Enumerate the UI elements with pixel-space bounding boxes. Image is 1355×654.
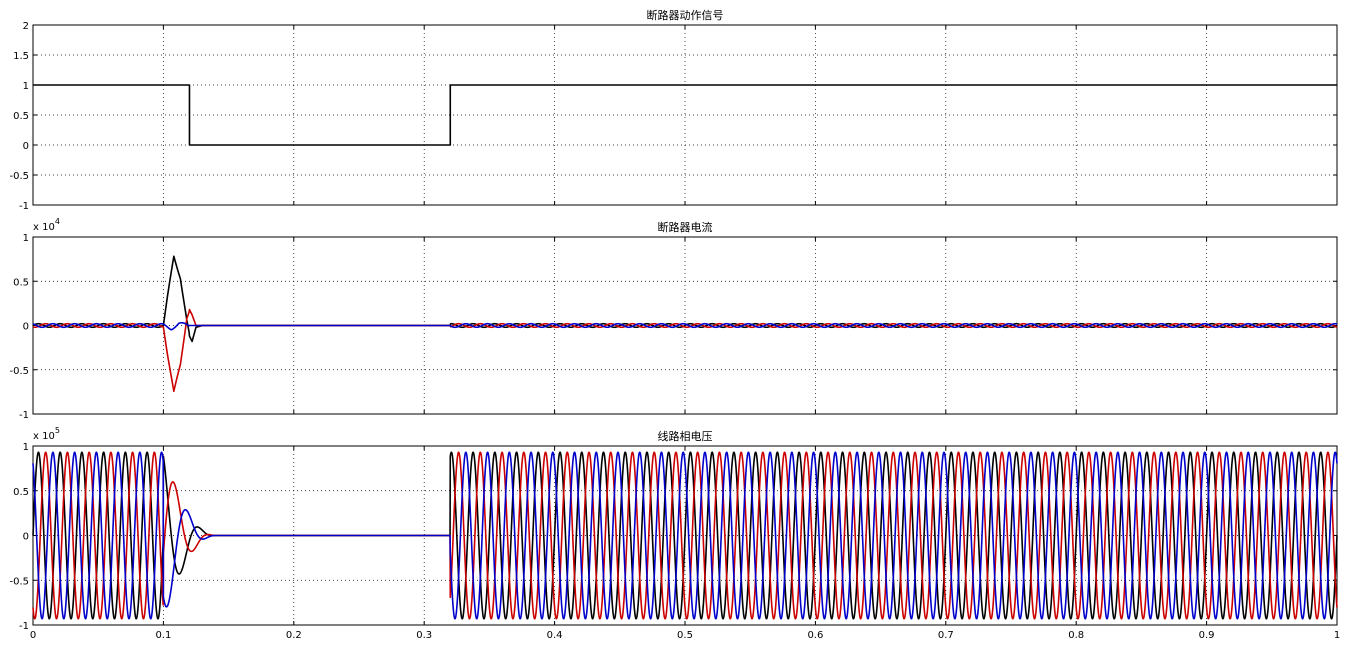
y-tick-label: -1 [19, 201, 29, 212]
plot-breaker-current: -1 -0.5 0 0.5 1 断路器电流 x 104 [9, 217, 1338, 421]
exponent-power: 4 [55, 217, 60, 226]
y-tick-label: -1 [19, 410, 29, 421]
x-tick-label: 0.4 [547, 630, 563, 641]
y-tick-labels: -1 -0.5 0 0.5 1 [9, 442, 29, 632]
y-tick-label: 0 [23, 141, 29, 152]
oscilloscope-figure: -1 -0.5 0 0.5 1 1.5 2 断路器动作信号 -1 -0.5 0 0.5 1 断路器电… [9, 8, 1340, 641]
y-tick-label: 1 [23, 81, 29, 92]
y-tick-label: -0.5 [9, 171, 29, 182]
y-tick-label: 0.5 [13, 277, 29, 288]
x-tick-label: 0.6 [807, 630, 823, 641]
x-tick-label: 0.8 [1068, 630, 1084, 641]
y-tick-label: -0.5 [9, 576, 29, 587]
y-exponent-label: x 104 [33, 217, 60, 233]
exponent-base: x 10 [33, 431, 55, 442]
x-tick-label: 0.3 [416, 630, 432, 641]
y-tick-label: -1 [19, 621, 29, 632]
y-tick-label: 1 [23, 233, 29, 244]
y-tick-label: 0.5 [13, 111, 29, 122]
plot-title: 断路器电流 [658, 220, 713, 234]
y-tick-label: 0 [23, 322, 29, 333]
exponent-base: x 10 [33, 222, 55, 233]
x-tick-label: 0.2 [286, 630, 302, 641]
y-tick-labels: -1 -0.5 0 0.5 1 1.5 2 [9, 21, 29, 212]
x-tick-label: 0.7 [938, 630, 954, 641]
y-tick-label: -0.5 [9, 366, 29, 377]
y-tick-label: 1 [23, 442, 29, 453]
exponent-power: 5 [55, 426, 60, 435]
x-tick-label: 0.1 [155, 630, 171, 641]
x-tick-labels: 0 0.1 0.2 0.3 0.4 0.5 0.6 0.7 0.8 0.9 1 [30, 630, 1340, 641]
y-tick-label: 0.5 [13, 487, 29, 498]
y-tick-label: 1.5 [13, 51, 29, 62]
plot-title: 线路相电压 [658, 429, 713, 443]
x-tick-label: 0.5 [677, 630, 693, 641]
plot-title: 断路器动作信号 [647, 8, 724, 22]
y-tick-labels: -1 -0.5 0 0.5 1 [9, 233, 29, 421]
y-exponent-label: x 105 [33, 426, 60, 442]
x-tick-label: 1 [1334, 630, 1340, 641]
plot-breaker-signal: -1 -0.5 0 0.5 1 1.5 2 断路器动作信号 [9, 8, 1338, 212]
y-tick-label: 2 [23, 21, 29, 32]
plot-line-voltage: -1 -0.5 0 0.5 1 0 0.1 0.2 0.3 0.4 0.5 0.6 0.7 0.8 0.9… [9, 426, 1340, 641]
x-tick-label: 0.9 [1199, 630, 1215, 641]
y-tick-label: 0 [23, 532, 29, 543]
x-tick-label: 0 [30, 630, 36, 641]
